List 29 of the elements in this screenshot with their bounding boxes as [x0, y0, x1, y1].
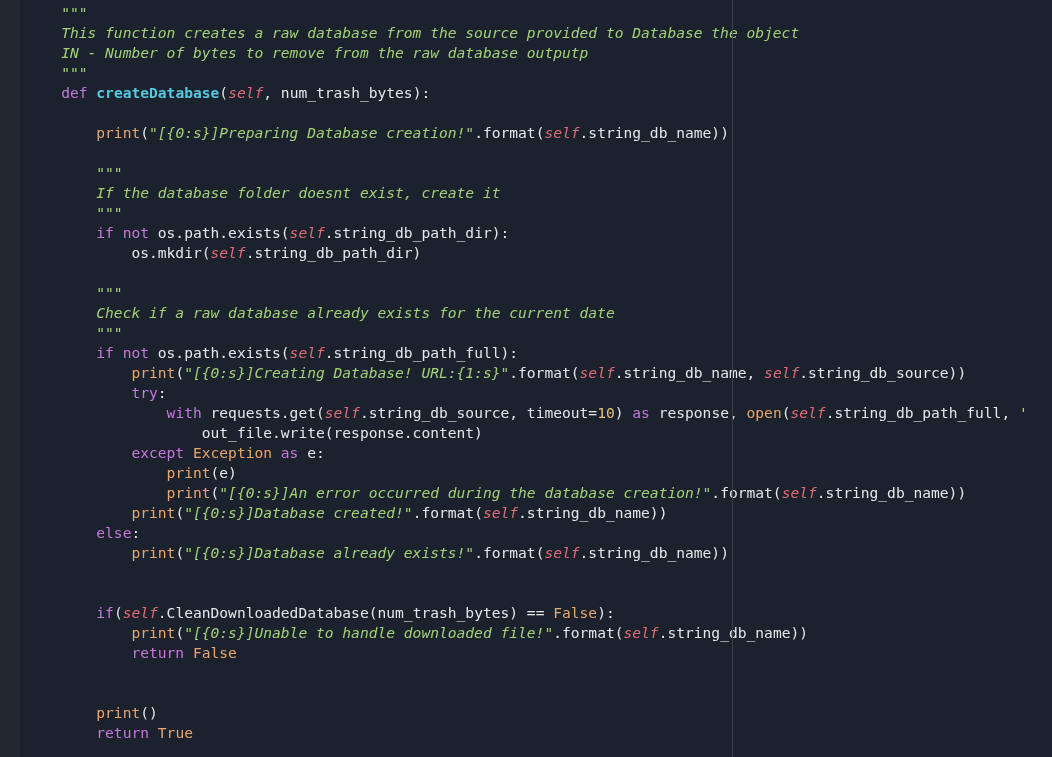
- code-line: print("[{0:s}]Preparing Database creation!".format(self.string_db_name)): [96, 124, 729, 141]
- code-line: else:: [96, 524, 141, 541]
- code-line: If the database folder doesnt exist, create it: [96, 184, 501, 201]
- code-line: """: [96, 204, 123, 221]
- code-line: out_file.write(response.content): [201, 424, 483, 441]
- code-line: """: [96, 284, 123, 301]
- code-line: """: [96, 324, 123, 341]
- code-line: print(e): [166, 464, 237, 481]
- code-line: return True: [96, 724, 193, 741]
- code-line: with requests.get(self.string_db_source, timeout=10) as response, open(self.string_db_path_full, ': [166, 404, 1028, 421]
- code-line: print("[{0:s}]Database already exists!".format(self.string_db_name)): [131, 544, 729, 561]
- code-line: print("[{0:s}]Creating Database! URL:{1:s}".format(self.string_db_name, self.string_db_source)): [131, 364, 967, 381]
- code-line: """: [96, 164, 123, 181]
- code-line: Check if a raw database already exists for the current date: [96, 304, 615, 321]
- code-line: IN - Number of bytes to remove from the raw database outputp: [61, 44, 589, 61]
- code-line: return False: [131, 644, 237, 661]
- code-line: if not os.path.exists(self.string_db_path_dir):: [96, 224, 510, 241]
- code-line: os.mkdir(self.string_db_path_dir): [131, 244, 422, 261]
- code-line: print("[{0:s}]Unable to handle downloaded file!".format(self.string_db_name)): [131, 624, 809, 641]
- code-line: """: [61, 4, 88, 21]
- code-line: if(self.CleanDownloadedDatabase(num_trash_bytes) == False):: [96, 604, 615, 621]
- code-line: """: [61, 64, 88, 81]
- code-line: try:: [131, 384, 167, 401]
- code-line: except Exception as e:: [131, 444, 325, 461]
- code-line: if not os.path.exists(self.string_db_path_full):: [96, 344, 519, 361]
- code-line: print(): [96, 704, 158, 721]
- code-line: def createDatabase(self, num_trash_bytes):: [61, 84, 431, 101]
- code-line: print("[{0:s}]An error occurred during the database creation!".format(self.string_db_name)): [166, 484, 967, 501]
- code-line: print("[{0:s}]Database created!".format(self.string_db_name)): [131, 504, 668, 521]
